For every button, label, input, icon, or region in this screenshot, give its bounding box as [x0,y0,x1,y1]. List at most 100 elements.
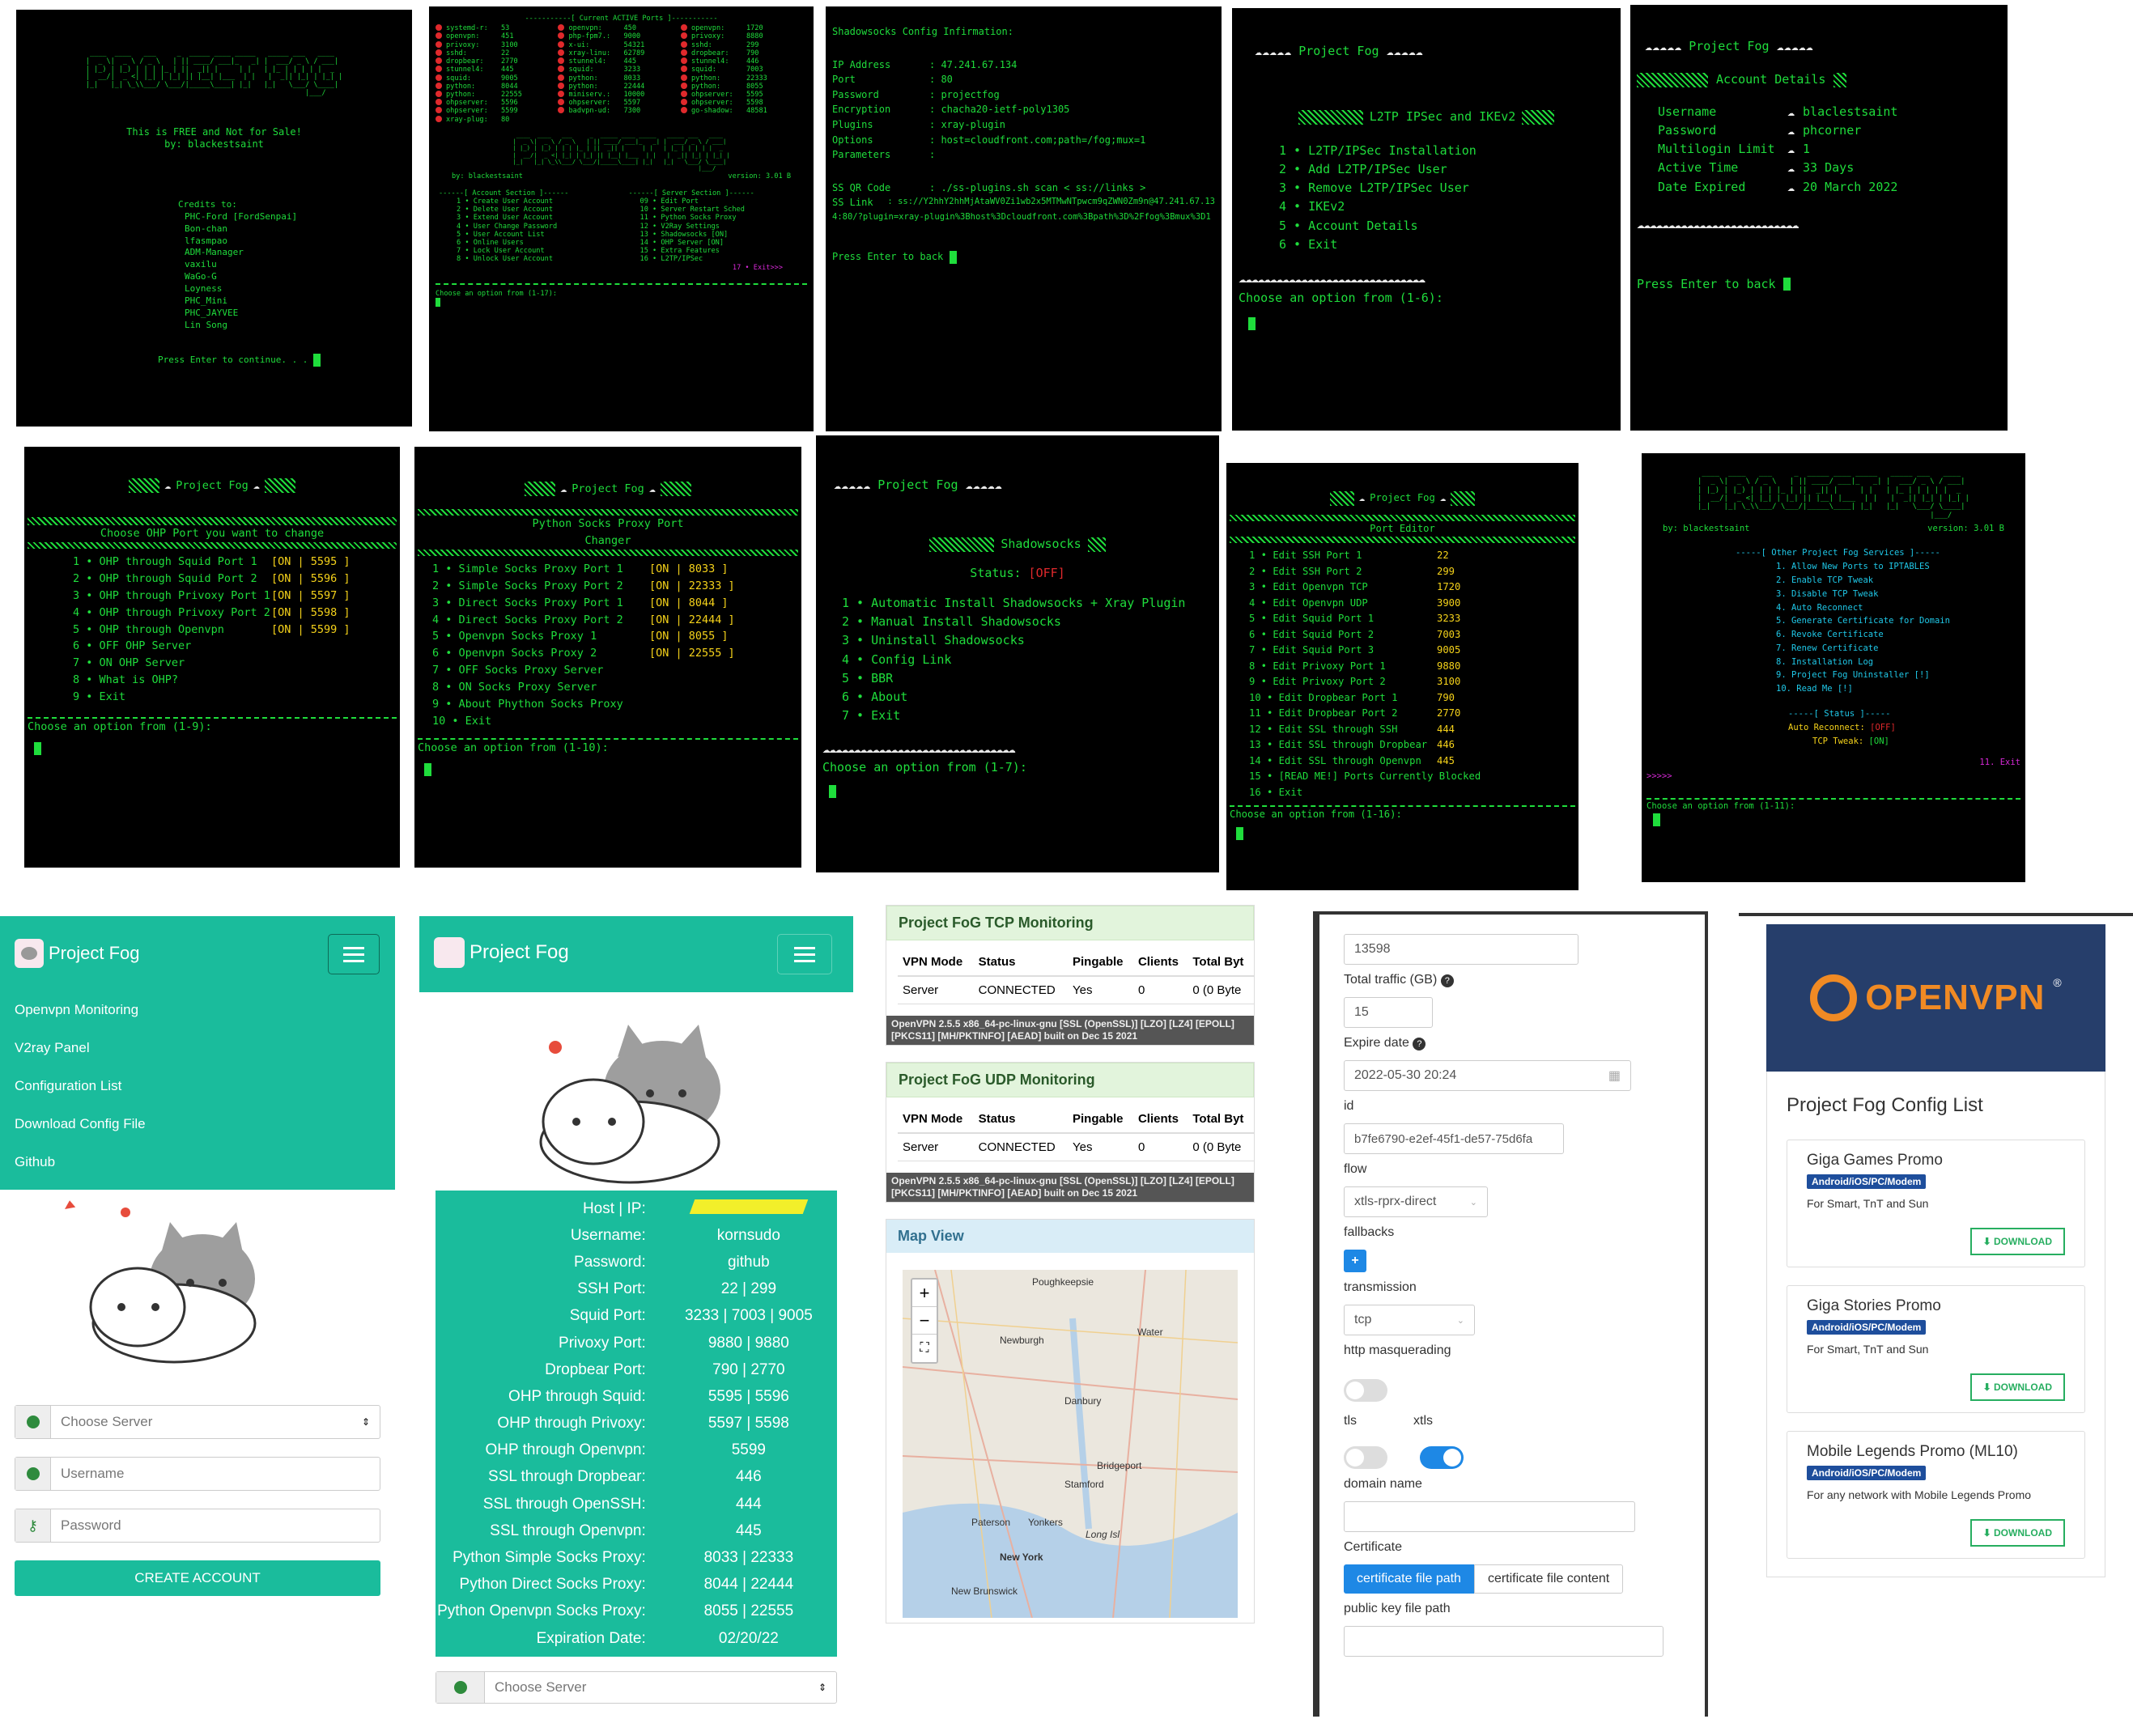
tls-toggle[interactable] [1344,1446,1387,1469]
menu-item[interactable]: 3 • Extend User Account [457,214,614,222]
flow-select[interactable]: xtls-rprx-direct ⌄ [1344,1186,1488,1217]
port-input[interactable]: 13598 [1344,934,1579,965]
nav-link[interactable]: Configuration List [15,1067,146,1105]
menu-item[interactable]: 2 • Manual Install Shadowsocks [842,613,1213,631]
http-masquerading-toggle[interactable] [1344,1379,1387,1402]
nav-link[interactable]: Openvpn Monitoring [15,991,146,1029]
map-view[interactable]: Poughkeepsie Newburgh Danbury Bridgeport Sta… [903,1270,1238,1618]
download-button[interactable]: ⬇ DOWNLOAD [1969,1373,2065,1401]
menu-item[interactable]: 14 • OHP Server [ON] [640,239,804,247]
create-account-button[interactable]: CREATE ACCOUNT [15,1560,380,1596]
menu-item[interactable]: 4 • Config Link [842,651,1213,669]
menu-item[interactable]: 6 • Exit [1279,236,1614,254]
menu-item[interactable]: 6 • Openvpn Socks Proxy 2 [ON | 22555 ] [432,645,798,662]
menu-item[interactable]: 10 • Exit [432,713,798,730]
menu-item[interactable]: 5 • Openvpn Socks Proxy 1 [ON | 8055 ] [432,628,798,645]
menu-item[interactable]: 3 • Edit Openvpn TCP 1720 [1249,579,1575,596]
transmission-select[interactable]: tcp ⌄ [1344,1305,1475,1335]
menu-item[interactable]: 11 • Python Socks Proxy [640,214,804,222]
menu-item[interactable]: 8 • ON Socks Proxy Server [432,679,798,696]
menu-item[interactable]: 13 • Shadowsocks [ON] [640,231,804,239]
menu-item[interactable]: 6. Revoke Certificate [1776,628,2020,642]
xtls-toggle[interactable] [1420,1446,1464,1469]
menu-item[interactable]: 2 • OHP through Squid Port 2 [ON | 5596 ] [73,571,397,588]
menu-item[interactable]: 5 • Edit Squid Port 1 3233 [1249,611,1575,627]
help-icon[interactable]: ? [1440,974,1454,987]
server-select[interactable]: Choose Server ⇕ [436,1671,837,1704]
menu-item[interactable]: 3 • Uninstall Shadowsocks [842,631,1213,650]
menu-item[interactable]: 16 • L2TP/IPSec [640,255,804,263]
menu-item[interactable]: 4. Auto Reconnect [1776,601,2020,615]
menu-item[interactable]: 4 • Direct Socks Proxy Port 2 [ON | 22444… [432,612,798,629]
hamburger-menu-button[interactable] [777,934,832,974]
menu-item[interactable]: 6 • OFF OHP Server [73,638,397,655]
menu-item[interactable]: 3. Disable TCP Tweak [1776,588,2020,601]
zoom-in-button[interactable]: + [912,1280,937,1307]
menu-item[interactable]: 9 • Edit Privoxy Port 2 3100 [1249,674,1575,690]
menu-item[interactable]: 9 • About Phython Socks Proxy [432,696,798,713]
menu-item[interactable]: 2 • Add L2TP/IPSec User [1279,160,1614,179]
menu-item[interactable]: 1. Allow New Ports to IPTABLES [1776,560,2020,574]
id-input[interactable]: b7fe6790-e2ef-45f1-de57-75d6fa [1344,1123,1564,1154]
menu-item[interactable]: 3 • OHP through Privoxy Port 1 [ON | 5597… [73,588,397,605]
menu-item[interactable]: 2 • Edit SSH Port 2 299 [1249,564,1575,580]
menu-item[interactable]: 2 • Delete User Account [457,206,614,214]
menu-item[interactable]: 12 • V2Ray Settings [640,223,804,231]
menu-item[interactable]: 2. Enable TCP Tweak [1776,574,2020,588]
menu-item[interactable]: 7 • Lock User Account [457,247,614,255]
menu-item[interactable]: 10 • Server Restart Sched [640,206,804,214]
expire-date-input[interactable]: 2022-05-30 20:24 ▦ [1344,1060,1631,1091]
menu-item[interactable]: 3 • Direct Socks Proxy Port 1 [ON | 8044 … [432,595,798,612]
menu-item[interactable]: 6 • Online Users [457,239,614,247]
menu-item[interactable]: 10 • Edit Dropbear Port 1 790 [1249,690,1575,707]
menu-item[interactable]: 7 • ON OHP Server [73,655,397,672]
username-input[interactable]: Username [15,1457,380,1491]
menu-item[interactable]: 5 • User Account List [457,231,614,239]
add-fallback-button[interactable]: + [1344,1250,1366,1272]
menu-item[interactable]: 7 • OFF Socks Proxy Server [432,662,798,679]
menu-item[interactable]: 5 • Account Details [1279,217,1614,236]
menu-exit[interactable]: 17 • Exit>>> [436,264,807,272]
menu-item[interactable]: 7 • Edit Squid Port 3 9005 [1249,643,1575,659]
menu-item[interactable]: 5 • OHP through Openvpn [ON | 5599 ] [73,622,397,639]
menu-item[interactable]: 1 • Automatic Install Shadowsocks + Xray… [842,594,1213,613]
hamburger-menu-button[interactable] [328,934,380,974]
menu-item[interactable]: 5 • BBR [842,669,1213,688]
menu-item[interactable]: 4 • Edit Openvpn UDP 3900 [1249,596,1575,612]
menu-item[interactable]: 1 • L2TP/IPSec Installation [1279,142,1614,160]
menu-item[interactable]: 8 • Unlock User Account [457,255,614,263]
menu-item[interactable]: 16 • Exit [1249,785,1575,801]
menu-item[interactable]: 1 • Simple Socks Proxy Port 1 [ON | 8033 … [432,561,798,578]
menu-item[interactable]: 1 • OHP through Squid Port 1 [ON | 5595 ] [73,554,397,571]
menu-item[interactable]: 12 • Edit SSL through SSH 444 [1249,722,1575,738]
menu-item[interactable]: 1 • Create User Account [457,197,614,206]
brand-name[interactable]: Project Fog [470,941,569,964]
menu-item[interactable]: 9. Project Fog Uninstaller [!] [1776,669,2020,682]
fullscreen-icon[interactable]: ⛶ [912,1335,937,1362]
menu-item[interactable]: 13 • Edit SSL through Dropbear 446 [1249,737,1575,753]
menu-item[interactable]: 1 • Edit SSH Port 1 22 [1249,548,1575,564]
menu-exit[interactable]: 11. Exit [1646,756,2020,770]
menu-item[interactable]: 6 • About [842,688,1213,707]
menu-item[interactable]: 11 • Edit Dropbear Port 2 2770 [1249,706,1575,722]
menu-item[interactable]: 8 • Edit Privoxy Port 1 9880 [1249,659,1575,675]
help-icon[interactable]: ? [1413,1038,1426,1051]
tab-certificate-file-path[interactable]: certificate file path [1344,1564,1474,1594]
menu-item[interactable]: 10. Read Me [!] [1776,682,2020,696]
menu-item[interactable]: 4 • OHP through Privoxy Port 2 [ON | 5598… [73,605,397,622]
nav-link[interactable]: Github [15,1143,146,1181]
tab-certificate-file-content[interactable]: certificate file content [1473,1564,1624,1594]
zoom-out-button[interactable]: − [912,1307,937,1335]
menu-item[interactable]: 5. Generate Certificate for Domain [1776,614,2020,628]
download-button[interactable]: ⬇ DOWNLOAD [1969,1228,2065,1255]
total-traffic-input[interactable]: 15 [1344,997,1433,1028]
menu-item[interactable]: 7 • Exit [842,707,1213,725]
menu-item[interactable]: 14 • Edit SSL through Openvpn 445 [1249,753,1575,770]
brand-name[interactable]: Project Fog [49,943,140,964]
server-select[interactable]: Choose Server ⇕ [15,1405,380,1439]
nav-link[interactable]: V2ray Panel [15,1029,146,1067]
nav-link[interactable]: Download Config File [15,1105,146,1143]
menu-item[interactable]: 9 • Exit [73,689,397,706]
download-button[interactable]: ⬇ DOWNLOAD [1969,1519,2065,1547]
menu-item[interactable]: 8 • What is OHP? [73,672,397,689]
